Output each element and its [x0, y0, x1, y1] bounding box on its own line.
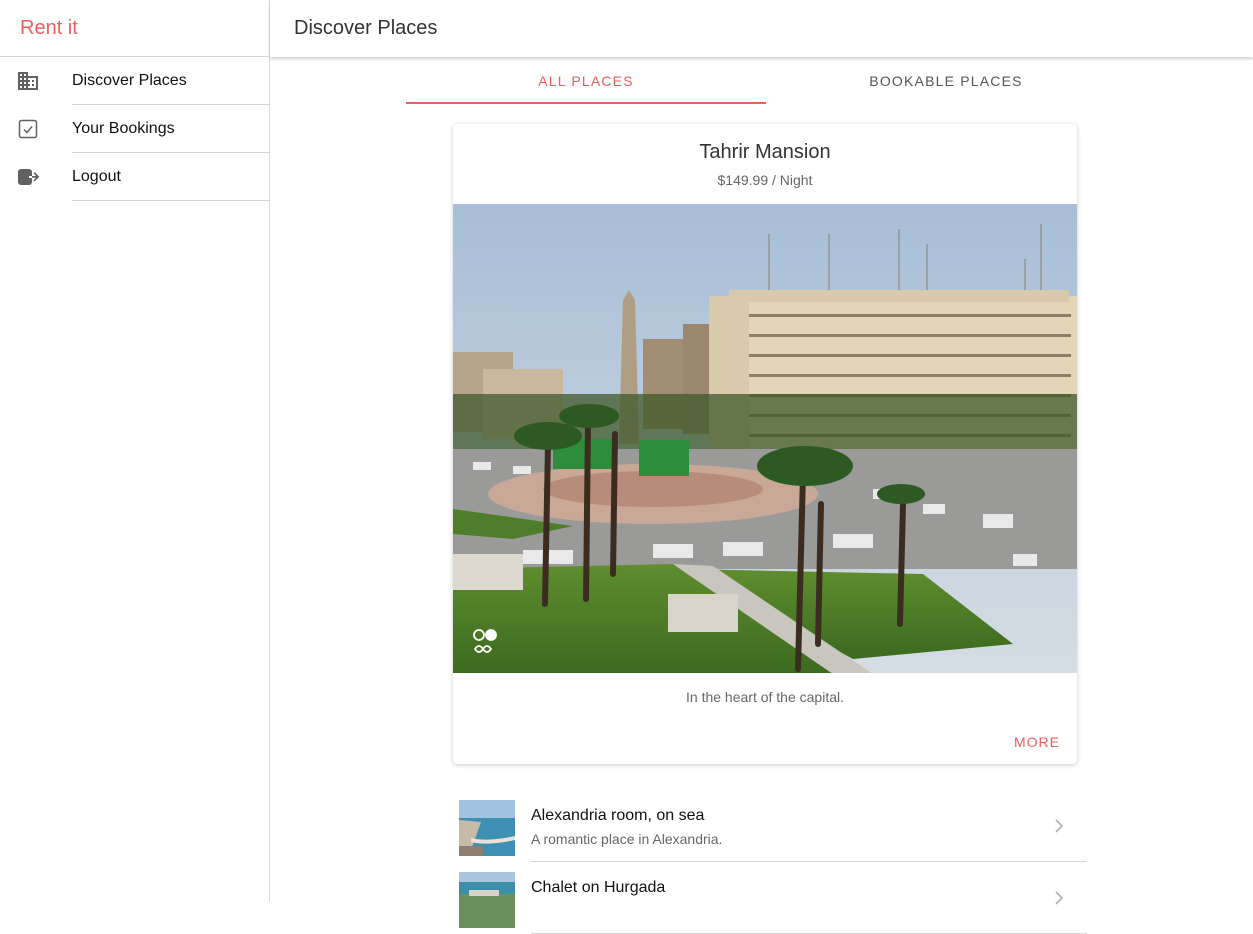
toolbar: Discover Places	[270, 0, 1253, 57]
featured-place-title: Tahrir Mansion	[699, 141, 831, 163]
featured-place-description: In the heart of the capital.	[686, 689, 844, 705]
page-title: Discover Places	[294, 17, 438, 39]
business-icon	[16, 69, 40, 93]
more-button[interactable]: MORE	[1014, 734, 1060, 750]
menu-item-label: Your Bookings	[72, 120, 175, 137]
segment-all-places[interactable]: ALL PLACES	[406, 57, 766, 104]
chevron-right-icon	[1053, 888, 1065, 908]
content: ALL PLACES BOOKABLE PLACES Tahrir Mansio…	[270, 57, 1253, 934]
checkbox-icon	[16, 117, 40, 141]
menu-header: Rent it	[0, 0, 269, 57]
place-title: Chalet on Hurgada	[531, 879, 666, 896]
list-item[interactable]: Chalet on Hurgada	[453, 862, 1087, 934]
place-thumbnail	[459, 872, 515, 928]
list-item[interactable]: Alexandria room, on sea A romantic place…	[453, 790, 1087, 862]
side-menu: Rent it Discover Places Your Bookings Lo…	[0, 0, 270, 902]
menu-item-logout[interactable]: Logout	[0, 153, 269, 201]
exit-icon	[16, 165, 40, 189]
featured-place-price: $149.99 / Night	[717, 172, 813, 188]
featured-place-image	[453, 204, 1077, 674]
app-brand: Rent it	[20, 16, 78, 39]
place-title: Alexandria room, on sea	[531, 807, 705, 824]
segment-bookable-places[interactable]: BOOKABLE PLACES	[766, 57, 1126, 104]
places-list: Alexandria room, on sea A romantic place…	[453, 790, 1087, 934]
menu-item-label: Discover Places	[72, 72, 187, 89]
place-subtitle: A romantic place in Alexandria.	[531, 831, 723, 847]
chevron-right-icon	[1053, 816, 1065, 836]
menu-item-label: Logout	[72, 168, 121, 185]
divider	[72, 200, 269, 201]
menu-item-discover-places[interactable]: Discover Places	[0, 57, 269, 105]
menu-item-your-bookings[interactable]: Your Bookings	[0, 105, 269, 153]
featured-place-card[interactable]: Tahrir Mansion $149.99 / Night In the he…	[453, 124, 1077, 764]
places-filter-segment: ALL PLACES BOOKABLE PLACES	[406, 57, 1126, 104]
place-thumbnail	[459, 800, 515, 856]
